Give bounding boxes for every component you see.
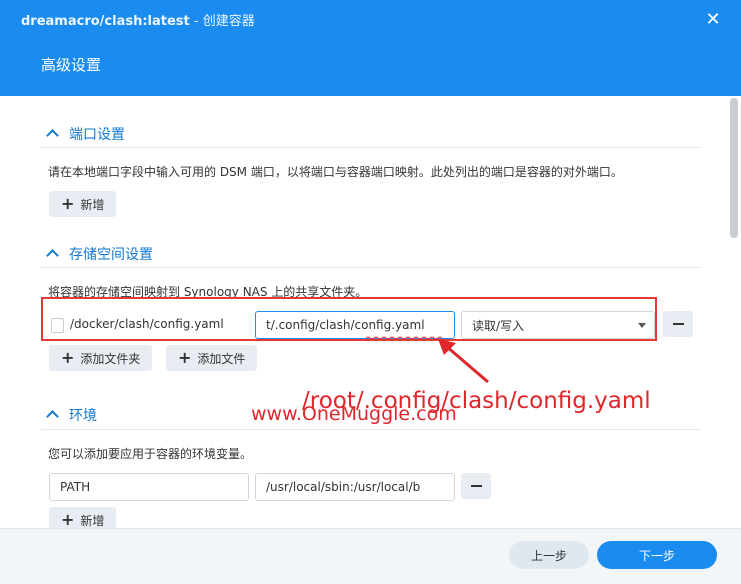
- add-file-button[interactable]: + 添加文件: [166, 345, 258, 371]
- env-name-input[interactable]: PATH: [49, 473, 249, 501]
- add-env-label: 新增: [80, 513, 105, 528]
- ports-description: 请在本地端口字段中输入可用的 DSM 端口，以将端口与容器端口映射。此处列出的端…: [48, 165, 623, 179]
- plus-icon: +: [61, 194, 75, 213]
- minus-icon: [470, 485, 482, 487]
- annotation-highlight-box: [41, 297, 657, 341]
- remove-env-button[interactable]: [461, 473, 491, 499]
- scrollbar-thumb[interactable]: [730, 98, 738, 238]
- env-value-input[interactable]: /usr/local/sbin:/usr/local/b: [255, 473, 455, 501]
- plus-icon: +: [178, 348, 192, 367]
- chevron-up-icon: [46, 129, 59, 142]
- section-storage-title: 存储空间设置: [69, 247, 153, 263]
- section-env-title: 环境: [69, 408, 97, 424]
- chevron-up-icon: [46, 410, 59, 423]
- previous-button[interactable]: 上一步: [509, 541, 589, 569]
- section-storage-toggle[interactable]: 存储空间设置: [46, 244, 153, 264]
- annotation-arrow: [438, 339, 489, 384]
- window-title-app: dreamacro/clash:latest: [21, 14, 190, 29]
- page-title: 高级设置: [41, 56, 102, 74]
- window-title-suffix: - 创建容器: [189, 14, 255, 29]
- close-icon[interactable]: ✕: [702, 9, 724, 31]
- minus-icon: [672, 323, 684, 325]
- divider: [41, 147, 701, 148]
- add-folder-button[interactable]: + 添加文件夹: [49, 345, 153, 371]
- section-ports-title: 端口设置: [69, 127, 125, 143]
- watermark-text: www.OneMuggle.com: [251, 403, 457, 425]
- divider: [41, 429, 701, 430]
- remove-volume-button[interactable]: [663, 311, 693, 337]
- add-port-button[interactable]: + 新增: [49, 191, 117, 217]
- add-file-label: 添加文件: [197, 351, 246, 366]
- add-folder-label: 添加文件夹: [80, 351, 141, 366]
- window-title: dreamacro/clash:latest - 创建容器: [21, 10, 255, 29]
- section-env-toggle[interactable]: 环境: [46, 405, 97, 425]
- divider: [41, 267, 701, 268]
- plus-icon: +: [61, 510, 75, 529]
- env-description: 您可以添加要应用于容器的环境变量。: [48, 447, 253, 461]
- section-ports-toggle[interactable]: 端口设置: [46, 124, 125, 144]
- plus-icon: +: [61, 348, 75, 367]
- add-port-label: 新增: [80, 197, 105, 212]
- next-button[interactable]: 下一步: [597, 541, 717, 569]
- chevron-up-icon: [46, 249, 59, 262]
